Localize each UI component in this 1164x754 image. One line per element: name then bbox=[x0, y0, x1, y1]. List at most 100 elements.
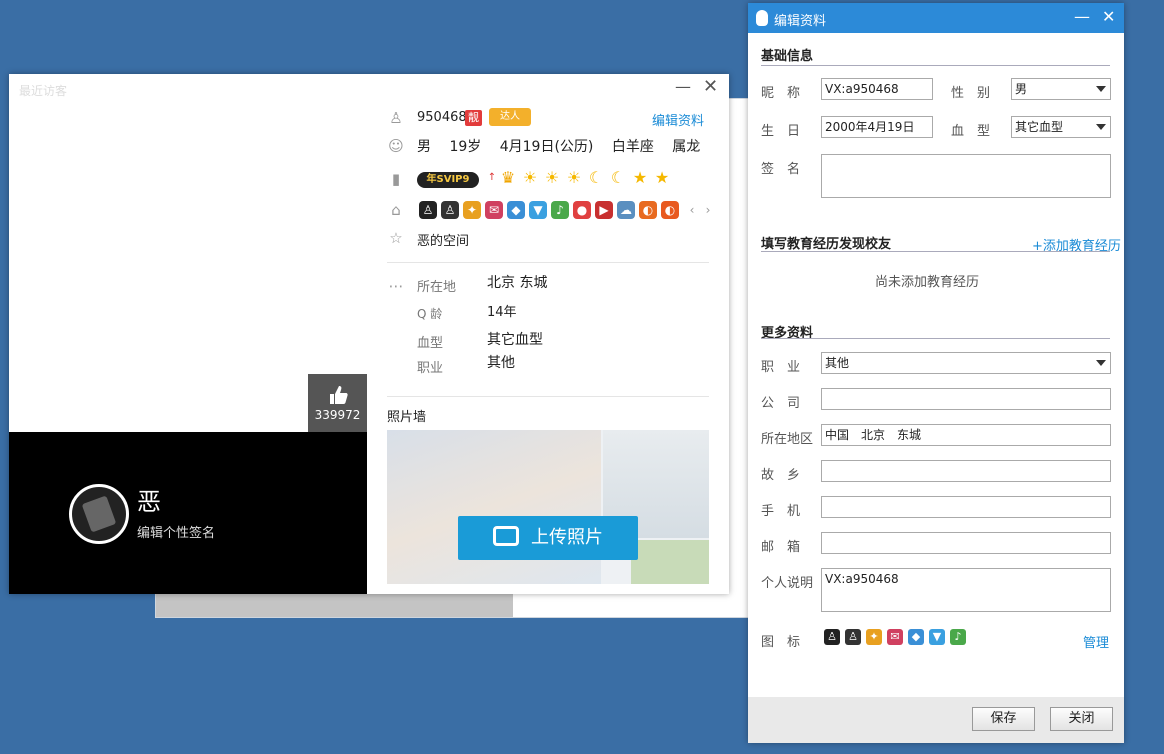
star-outline-icon: ☆ bbox=[389, 229, 403, 247]
divider bbox=[387, 396, 709, 397]
photo-placeholder bbox=[631, 540, 709, 584]
constellation: 白羊座 bbox=[611, 139, 654, 155]
birthday-label: 生 日 bbox=[761, 124, 801, 139]
orange-service-icon[interactable]: ◐ bbox=[639, 201, 657, 219]
age: 19岁 bbox=[449, 139, 482, 155]
job-value: 其他 bbox=[487, 355, 515, 371]
signature-textarea[interactable] bbox=[821, 154, 1111, 198]
like-count: 339972 bbox=[314, 408, 361, 422]
upload-photo-button[interactable]: 上传照片 bbox=[458, 516, 638, 560]
nickname-input[interactable]: VX:a950468 bbox=[821, 78, 933, 100]
profile-card-window: 最近访客 339972 恶 编辑个性签名 — ✕ ♙ 950468 靓 达人 编… bbox=[9, 74, 729, 594]
zodiac: 属龙 bbox=[672, 139, 701, 155]
photo-wall-title: 照片墙 bbox=[387, 410, 427, 425]
company-input[interactable] bbox=[821, 388, 1111, 410]
game-service-icon[interactable]: ✦ bbox=[463, 201, 481, 219]
penguin-icon: ♙ bbox=[389, 109, 403, 127]
signature-label: 签 名 bbox=[761, 162, 801, 177]
nickname-label: 昵 称 bbox=[761, 86, 801, 101]
divider bbox=[387, 262, 709, 263]
close-dialog-button[interactable]: 关闭 bbox=[1050, 707, 1113, 731]
job-label: 职业 bbox=[417, 361, 444, 376]
photo-placeholder bbox=[387, 430, 601, 584]
intro-label: 个人说明 bbox=[761, 576, 814, 591]
penguin-service-icon[interactable]: ♙ bbox=[824, 629, 840, 645]
badge-icon: ⌂ bbox=[391, 201, 401, 219]
game-service-icon[interactable]: ✦ bbox=[866, 629, 882, 645]
diamond-service-icon[interactable]: ◆ bbox=[507, 201, 525, 219]
minimize-button[interactable]: — bbox=[675, 79, 691, 96]
diamond-service-icon[interactable]: ◆ bbox=[908, 629, 924, 645]
email-input[interactable] bbox=[821, 532, 1111, 554]
star-icon[interactable]: ★ bbox=[631, 169, 649, 187]
sun-icon[interactable]: ☀ bbox=[521, 169, 539, 187]
dialog-titlebar[interactable]: 编辑资料 — ✕ bbox=[748, 3, 1124, 33]
svip-badge[interactable]: 年SVIP9 bbox=[417, 172, 479, 188]
section-divider bbox=[761, 251, 1110, 252]
moon-icon[interactable]: ☾ bbox=[587, 169, 605, 187]
orange-service-icon[interactable]: ◐ bbox=[661, 201, 679, 219]
music-service-icon[interactable]: ♪ bbox=[950, 629, 966, 645]
sun-icon[interactable]: ☀ bbox=[543, 169, 561, 187]
chevron-right-icon[interactable]: › bbox=[699, 201, 717, 219]
close-button[interactable]: ✕ bbox=[703, 78, 719, 96]
vip-service-icon[interactable]: ▼ bbox=[529, 201, 547, 219]
qq-penguin-icon bbox=[756, 10, 768, 26]
phone-label: 手 机 bbox=[761, 504, 801, 519]
avatar-image bbox=[81, 495, 117, 533]
birthday: 4月19日(公历) bbox=[499, 139, 594, 155]
liang-badge[interactable]: 靓 bbox=[465, 110, 482, 126]
moon-icon[interactable]: ☾ bbox=[609, 169, 627, 187]
avatar[interactable] bbox=[69, 484, 129, 544]
manage-icons-link[interactable]: 管理 bbox=[1083, 632, 1109, 651]
level-chart-icon: ▮ bbox=[391, 170, 401, 188]
birthday-input[interactable]: 2000年4月19日 bbox=[821, 116, 933, 138]
penguin-service-icon[interactable]: ♙ bbox=[441, 201, 459, 219]
minimize-button[interactable]: — bbox=[1074, 7, 1090, 26]
blood-type-value: 其它血型 bbox=[487, 332, 543, 348]
red-service-icon[interactable]: ● bbox=[573, 201, 591, 219]
star-icon[interactable]: ★ bbox=[653, 169, 671, 187]
hometown-input[interactable] bbox=[821, 460, 1111, 482]
thumbs-up-icon bbox=[329, 386, 348, 404]
upload-photo-label: 上传照片 bbox=[531, 527, 603, 548]
sun-icon[interactable]: ☀ bbox=[565, 169, 583, 187]
location-value: 北京 东城 bbox=[487, 275, 548, 291]
job-select-value: 其他 bbox=[825, 356, 850, 370]
gift-service-icon[interactable]: ✉ bbox=[485, 201, 503, 219]
phone-input[interactable] bbox=[821, 496, 1111, 518]
profile-cover: 恶 编辑个性签名 bbox=[9, 432, 367, 594]
company-label: 公 司 bbox=[761, 396, 801, 411]
save-button[interactable]: 保存 bbox=[972, 707, 1035, 731]
more-icon: ⋯ bbox=[388, 277, 404, 295]
dialog-footer: 保存 关闭 bbox=[748, 697, 1124, 743]
edit-signature-link[interactable]: 编辑个性签名 bbox=[137, 522, 215, 541]
recent-visitors-title[interactable]: 最近访客 bbox=[19, 82, 67, 99]
intro-textarea[interactable]: VX:a950468 bbox=[821, 568, 1111, 612]
penguin-service-icon[interactable]: ♙ bbox=[845, 629, 861, 645]
daren-badge[interactable]: 达人 bbox=[489, 108, 531, 126]
dropdown-arrow-icon bbox=[1096, 86, 1106, 92]
photo-wall: 上传照片 bbox=[387, 430, 709, 584]
location-input[interactable]: 中国 北京 东城 bbox=[821, 424, 1111, 446]
close-button[interactable]: ✕ bbox=[1102, 7, 1115, 26]
blood-type-select[interactable]: 其它血型 bbox=[1011, 116, 1111, 138]
edit-profile-link[interactable]: 编辑资料 bbox=[652, 110, 704, 129]
cloud-service-icon[interactable]: ☁ bbox=[617, 201, 635, 219]
gender-select[interactable]: 男 bbox=[1011, 78, 1111, 100]
job-label: 职 业 bbox=[761, 360, 801, 375]
video-service-icon[interactable]: ▶ bbox=[595, 201, 613, 219]
vip-service-icon[interactable]: ▼ bbox=[929, 629, 945, 645]
qage-value: 14年 bbox=[487, 305, 517, 320]
music-service-icon[interactable]: ♪ bbox=[551, 201, 569, 219]
qzone-link[interactable]: 恶的空间 bbox=[417, 230, 469, 249]
gift-service-icon[interactable]: ✉ bbox=[887, 629, 903, 645]
crown-icon[interactable]: ♛ bbox=[499, 169, 517, 187]
gender: 男 bbox=[417, 139, 431, 155]
penguin-service-icon[interactable]: ♙ bbox=[419, 201, 437, 219]
qq-number: 950468 bbox=[417, 110, 467, 125]
dropdown-arrow-icon bbox=[1096, 124, 1106, 130]
job-select[interactable]: 其他 bbox=[821, 352, 1111, 374]
like-button[interactable]: 339972 bbox=[308, 374, 367, 432]
hometown-label: 故 乡 bbox=[761, 468, 801, 483]
